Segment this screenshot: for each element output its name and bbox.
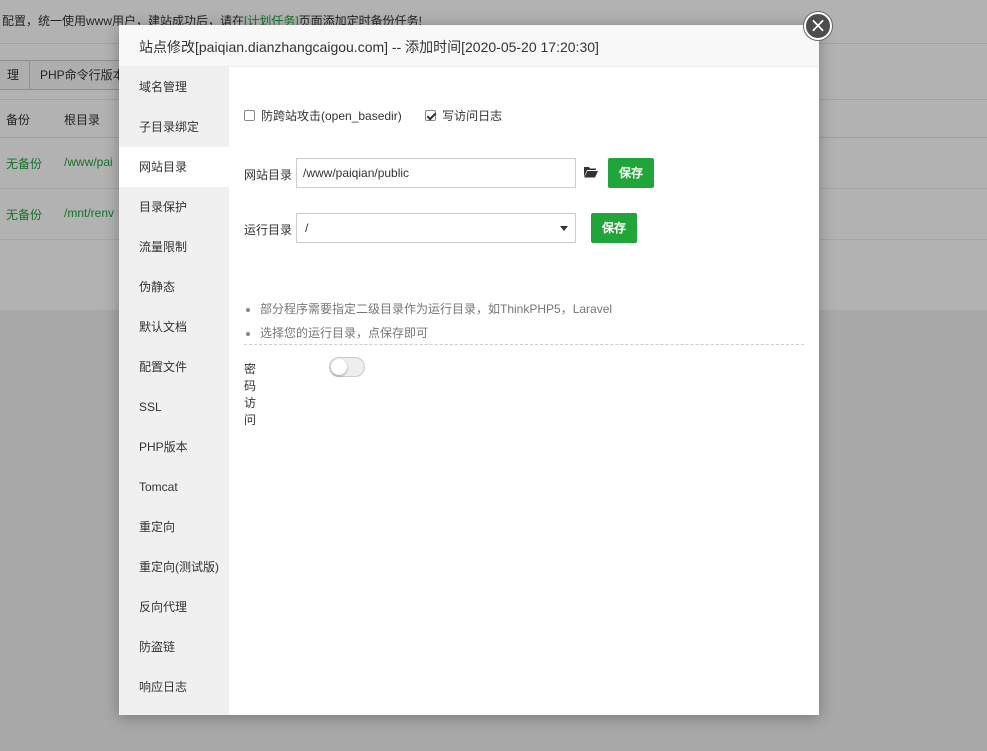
checkbox-row: 防跨站攻击(open_basedir) 写访问日志	[244, 107, 522, 124]
site-dir-input[interactable]: /www/paiqian/public	[296, 158, 576, 188]
save-site-dir-button[interactable]: 保存	[608, 158, 654, 188]
sidebar-item-ssl[interactable]: SSL	[119, 387, 229, 427]
site-edit-modal: 站点修改[paiqian.dianzhangcaigou.com] -- 添加时…	[119, 12, 832, 715]
sidebar-item-tomcat[interactable]: Tomcat	[119, 467, 229, 507]
sidebar-item-redirect[interactable]: 重定向	[119, 507, 229, 547]
modal-content: 防跨站攻击(open_basedir) 写访问日志 网站目录 /www/paiq…	[229, 67, 819, 715]
chevron-down-icon	[560, 226, 568, 231]
sidebar-item-reverse-proxy[interactable]: 反向代理	[119, 587, 229, 627]
sidebar-item-config-file[interactable]: 配置文件	[119, 347, 229, 387]
modal-sidebar: 域名管理 子目录绑定 网站目录 目录保护 流量限制 伪静态 默认文档 配置文件 …	[119, 67, 229, 715]
divider	[244, 344, 804, 345]
open-basedir-label: 防跨站攻击(open_basedir)	[261, 109, 402, 123]
sidebar-item-default-doc[interactable]: 默认文档	[119, 307, 229, 347]
run-dir-selected-value: /	[305, 221, 309, 235]
sidebar-item-redirect-beta[interactable]: 重定向(测试版)	[119, 547, 229, 587]
sidebar-item-site-dir[interactable]: 网站目录	[119, 147, 229, 187]
password-access-label: 密码访问	[244, 362, 257, 427]
sidebar-item-traffic-limit[interactable]: 流量限制	[119, 227, 229, 267]
list-item: 部分程序需要指定二级目录作为运行目录，如ThinkPHP5，Laravel	[244, 297, 804, 321]
access-log-checkbox[interactable]	[425, 110, 437, 121]
sidebar-item-rewrite[interactable]: 伪静态	[119, 267, 229, 307]
close-icon[interactable]: ×	[804, 12, 832, 40]
run-dir-select[interactable]: /	[296, 213, 576, 243]
save-run-dir-button[interactable]: 保存	[591, 213, 637, 243]
sidebar-item-dir-protect[interactable]: 目录保护	[119, 187, 229, 227]
list-item: 选择您的运行目录，点保存即可	[244, 321, 804, 345]
sidebar-item-domain[interactable]: 域名管理	[119, 67, 229, 107]
password-access-toggle[interactable]	[329, 357, 365, 377]
sidebar-item-hotlink[interactable]: 防盗链	[119, 627, 229, 667]
folder-open-icon[interactable]	[584, 166, 598, 178]
modal-title: 站点修改[paiqian.dianzhangcaigou.com] -- 添加时…	[119, 25, 819, 67]
run-dir-label: 运行目录	[244, 223, 293, 237]
tips-list: 部分程序需要指定二级目录作为运行目录，如ThinkPHP5，Laravel 选择…	[244, 297, 804, 345]
sidebar-item-php-version[interactable]: PHP版本	[119, 427, 229, 467]
sidebar-item-subdir-binding[interactable]: 子目录绑定	[119, 107, 229, 147]
access-log-label: 写访问日志	[442, 109, 503, 123]
site-dir-label: 网站目录	[244, 168, 293, 182]
toggle-knob	[331, 359, 347, 375]
sidebar-item-response-log[interactable]: 响应日志	[119, 667, 229, 707]
open-basedir-checkbox[interactable]	[244, 110, 255, 121]
